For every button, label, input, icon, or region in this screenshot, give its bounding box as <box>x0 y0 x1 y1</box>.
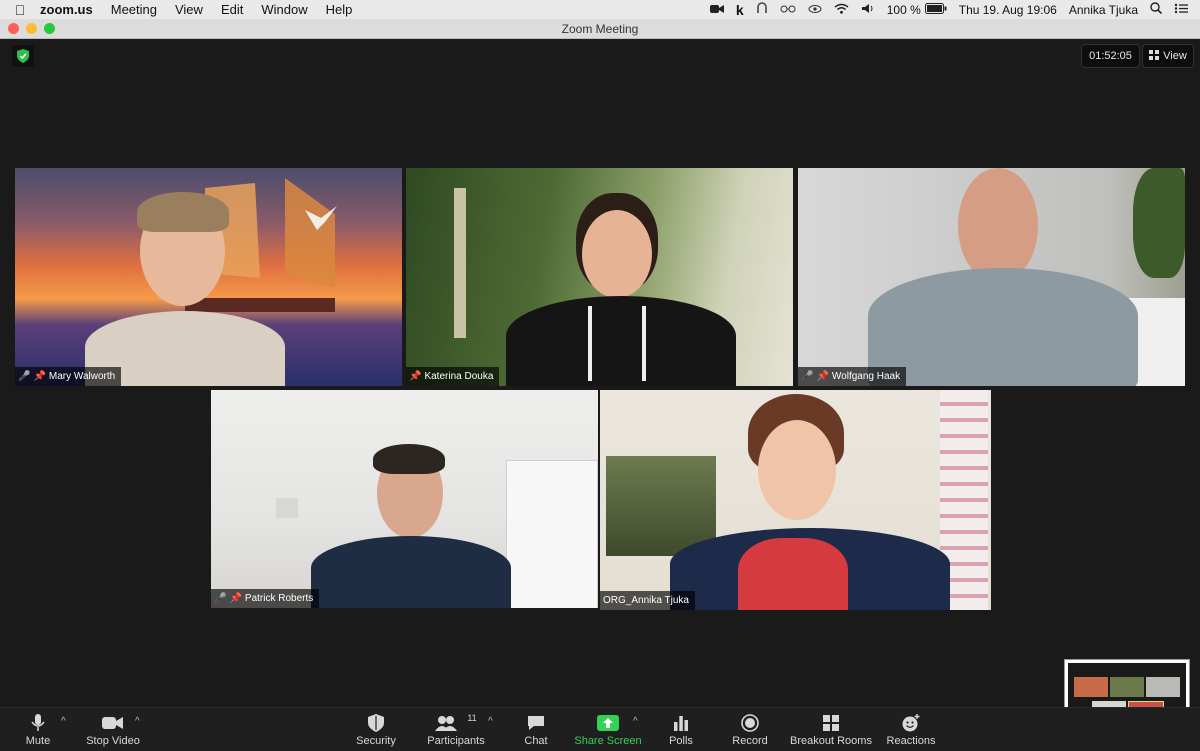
video-options-chevron-up-icon[interactable]: ^ <box>135 716 140 727</box>
mic-muted-icon: 🎤 <box>801 371 814 382</box>
video-tile-wolfgang-haak[interactable]: 🎤 📌 Wolfgang Haak <box>798 168 1185 386</box>
menu-app-zoom[interactable]: zoom.us <box>40 2 93 17</box>
menu-window[interactable]: Window <box>261 2 307 17</box>
audio-options-chevron-up-icon[interactable]: ^ <box>61 716 66 727</box>
polls-button[interactable]: Polls <box>664 708 698 751</box>
share-options-chevron-up-icon[interactable]: ^ <box>633 716 638 727</box>
mic-muted-icon: 🎤 <box>214 593 227 604</box>
pin-icon: 📌 <box>409 371 422 382</box>
meeting-timer: 01:52:05 <box>1081 44 1140 68</box>
participant-label: 🎤 📌 Mary Walworth <box>15 367 122 386</box>
microphone-icon <box>31 713 45 733</box>
person-katerina <box>506 193 736 386</box>
vpn-icon[interactable] <box>756 2 768 17</box>
reactions-smiley-icon <box>901 713 921 733</box>
chat-label: Chat <box>524 734 548 747</box>
participant-name: Mary Walworth <box>48 371 116 382</box>
pin-icon: 📌 <box>229 593 242 604</box>
video-tile-patrick-roberts[interactable]: 🎤 📌 Patrick Roberts <box>211 390 598 608</box>
view-button[interactable]: View <box>1142 44 1194 68</box>
participants-label: Participants <box>427 734 485 747</box>
person-mary <box>85 192 305 386</box>
menu-user-name[interactable]: Annika Tjuka <box>1069 3 1138 17</box>
battery-icon[interactable] <box>924 2 947 17</box>
record-button[interactable]: Record <box>730 708 770 751</box>
video-tile-katerina-douka[interactable]: 📌 Katerina Douka <box>406 168 793 386</box>
chat-button[interactable]: Chat <box>518 708 554 751</box>
video-camera-icon <box>102 713 124 733</box>
grid-view-icon <box>1149 49 1160 63</box>
control-center-icon[interactable] <box>1174 3 1188 17</box>
meeting-controls-toolbar: Mute ^ Stop Video ^ Security 11 Particip… <box>0 707 1200 751</box>
pin-icon: 📌 <box>33 371 46 382</box>
menu-meeting[interactable]: Meeting <box>111 2 157 17</box>
macos-menu-bar:  zoom.us Meeting View Edit Window Help … <box>0 0 1200 19</box>
share-screen-button[interactable]: Share Screen <box>574 708 642 751</box>
menu-edit[interactable]: Edit <box>221 2 243 17</box>
stop-video-button[interactable]: Stop Video <box>82 708 144 751</box>
person-patrick <box>301 444 521 608</box>
participants-count: 11 <box>467 712 477 723</box>
participants-options-chevron-up-icon[interactable]: ^ <box>488 716 493 727</box>
share-screen-label: Share Screen <box>574 734 642 747</box>
security-shield-icon <box>368 713 384 733</box>
glasses-icon[interactable] <box>780 3 796 17</box>
reactions-label: Reactions <box>886 734 936 747</box>
apple-menu-icon[interactable]:  <box>0 2 40 18</box>
reactions-button[interactable]: Reactions <box>884 708 938 751</box>
participant-label: 🎤 📌 Wolfgang Haak <box>798 367 907 386</box>
albatross-bird-image <box>305 206 337 230</box>
participant-label: 📌 Katerina Douka <box>406 367 500 386</box>
mic-muted-icon: 🎤 <box>18 371 31 382</box>
menu-help[interactable]: Help <box>326 2 353 17</box>
record-icon <box>741 713 759 733</box>
security-label: Security <box>356 734 396 747</box>
security-button[interactable]: Security <box>352 708 400 751</box>
eye-icon[interactable] <box>808 3 822 17</box>
record-label: Record <box>732 734 768 747</box>
meeting-area: 01:52:05 View 🎤 📌 Mary Walworth 📌 Kateri… <box>0 39 1200 707</box>
polls-bar-chart-icon <box>673 713 689 733</box>
video-tile-mary-walworth[interactable]: 🎤 📌 Mary Walworth <box>15 168 402 386</box>
encryption-shield-icon[interactable] <box>12 45 34 67</box>
participants-button[interactable]: 11 Participants <box>425 708 487 751</box>
participant-name: ORG_Annika Tjuka <box>603 595 689 606</box>
view-button-label: View <box>1163 50 1187 62</box>
window-title: Zoom Meeting <box>561 22 639 36</box>
battery-percent: 100 % <box>886 2 921 17</box>
mute-button[interactable]: Mute <box>20 708 56 751</box>
stop-video-label: Stop Video <box>86 734 140 747</box>
mute-label: Mute <box>25 734 51 747</box>
menu-view[interactable]: View <box>175 2 203 17</box>
breakout-rooms-button[interactable]: Breakout Rooms <box>790 708 872 751</box>
spotlight-search-icon[interactable] <box>1150 2 1163 17</box>
participant-label: ORG_Annika Tjuka <box>600 591 695 610</box>
person-wolfgang <box>868 168 1138 386</box>
lamp-image <box>276 498 298 518</box>
participant-name: Wolfgang Haak <box>831 371 901 382</box>
pin-icon: 📌 <box>816 371 829 382</box>
polls-label: Polls <box>669 734 693 747</box>
plant-image <box>1133 168 1185 278</box>
breakout-rooms-icon <box>823 713 839 733</box>
menu-clock[interactable]: Thu 19. Aug 19:06 <box>959 3 1057 17</box>
participant-label: 🎤 📌 Patrick Roberts <box>211 589 320 608</box>
video-tile-annika-tjuka[interactable]: ORG_Annika Tjuka <box>600 390 991 610</box>
tree-trunk-image <box>454 188 466 338</box>
zoom-status-icon[interactable] <box>709 3 724 17</box>
wifi-icon[interactable] <box>834 3 849 17</box>
chat-bubble-icon <box>527 713 545 733</box>
breakout-rooms-label: Breakout Rooms <box>790 734 872 747</box>
person-annika <box>670 394 950 610</box>
window-title-bar: Zoom Meeting <box>0 19 1200 39</box>
volume-icon[interactable] <box>861 3 875 17</box>
participant-name: Patrick Roberts <box>244 593 314 604</box>
participants-icon: 11 <box>435 712 477 733</box>
participant-name: Katerina Douka <box>424 371 494 382</box>
k-app-icon[interactable]: k <box>736 2 744 18</box>
share-screen-icon <box>597 713 619 733</box>
